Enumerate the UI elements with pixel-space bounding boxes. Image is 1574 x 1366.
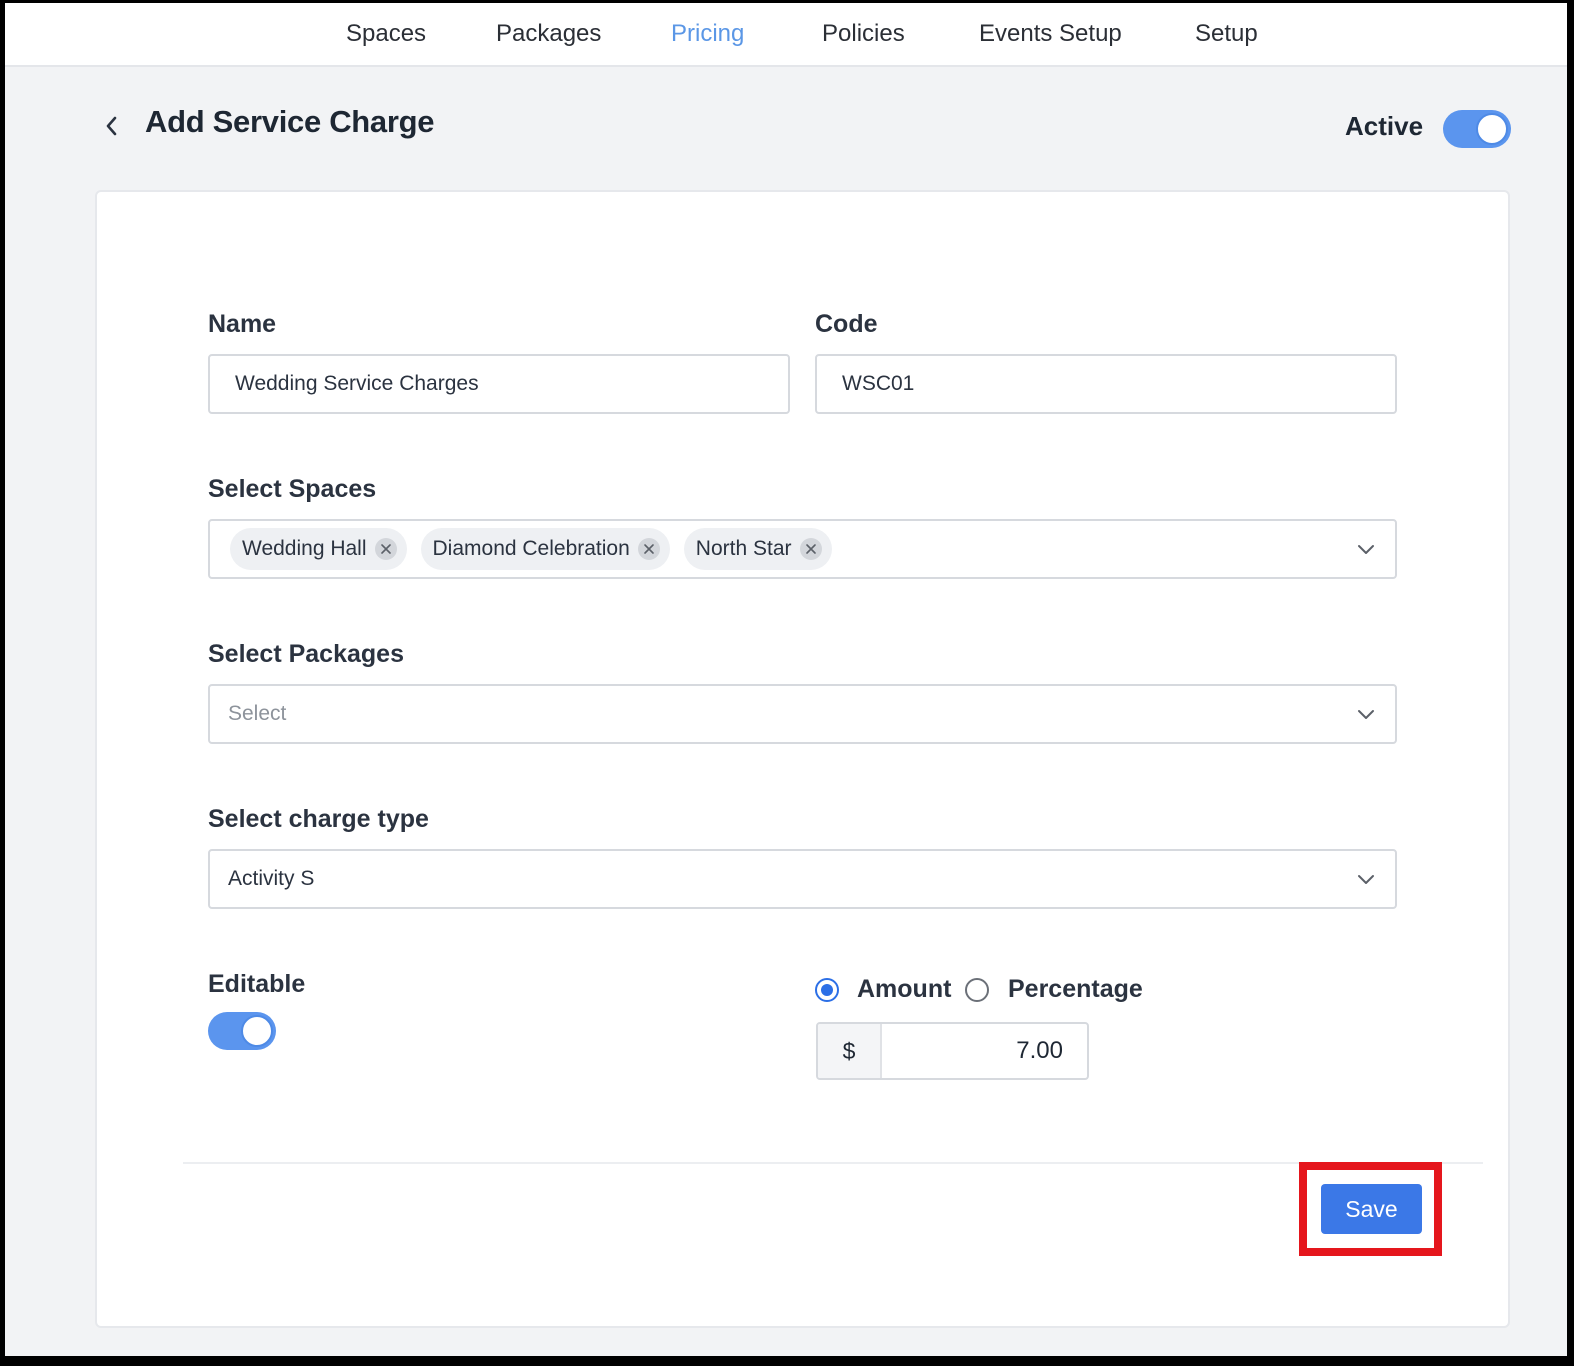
chip-remove-button[interactable] bbox=[374, 538, 397, 560]
back-button[interactable] bbox=[99, 111, 125, 141]
chevron-down-icon bbox=[1358, 875, 1374, 884]
packages-select[interactable]: Select bbox=[208, 684, 1397, 744]
nav-tab-policies[interactable]: Policies bbox=[822, 20, 905, 48]
active-label: Active bbox=[1345, 111, 1424, 141]
chip-label: Diamond Celebration bbox=[432, 537, 630, 560]
chevron-left-icon bbox=[106, 116, 117, 136]
close-icon bbox=[643, 544, 654, 554]
nav-tab-pricing[interactable]: Pricing bbox=[671, 20, 744, 48]
close-icon bbox=[380, 544, 391, 554]
charge-type-label: Select charge type bbox=[208, 805, 429, 833]
space-chip: Wedding Hall bbox=[230, 528, 407, 570]
app-frame: Spaces Packages Pricing Policies Events … bbox=[5, 3, 1567, 1356]
spaces-multiselect[interactable]: Wedding Hall Diamond Celebration North S… bbox=[208, 519, 1397, 579]
editable-label: Editable bbox=[208, 970, 306, 998]
close-icon bbox=[805, 544, 816, 554]
chip-label: North Star bbox=[695, 537, 792, 560]
toggle-knob bbox=[241, 1015, 273, 1047]
nav-tab-events-setup[interactable]: Events Setup bbox=[979, 20, 1122, 48]
packages-placeholder: Select bbox=[228, 702, 287, 725]
nav-tab-setup[interactable]: Setup bbox=[1195, 20, 1258, 48]
space-chip: Diamond Celebration bbox=[420, 528, 670, 570]
name-label: Name bbox=[208, 310, 277, 338]
name-input-value: Wedding Service Charges bbox=[235, 372, 479, 395]
chevron-down-icon bbox=[1358, 545, 1374, 554]
name-input[interactable]: Wedding Service Charges bbox=[208, 354, 790, 414]
space-chip: North Star bbox=[683, 528, 832, 570]
chip-label: Wedding Hall bbox=[242, 537, 367, 560]
nav-tab-spaces[interactable]: Spaces bbox=[346, 20, 426, 48]
charge-type-select[interactable]: Activity S bbox=[208, 849, 1397, 909]
percentage-radio[interactable] bbox=[965, 978, 989, 1002]
editable-toggle[interactable] bbox=[208, 1012, 276, 1050]
top-nav: Spaces Packages Pricing Policies Events … bbox=[5, 3, 1567, 67]
amount-radio-label: Amount bbox=[857, 975, 952, 1003]
percentage-radio-label: Percentage bbox=[1008, 975, 1143, 1003]
chip-remove-button[interactable] bbox=[637, 538, 660, 560]
code-input-value: WSC01 bbox=[842, 372, 915, 395]
code-label: Code bbox=[815, 310, 878, 338]
amount-radio[interactable] bbox=[815, 978, 839, 1002]
form-card: Name Wedding Service Charges Code WSC01 … bbox=[95, 190, 1510, 1328]
page-title: Add Service Charge bbox=[145, 104, 435, 139]
footer-divider bbox=[183, 1162, 1483, 1164]
save-button[interactable]: Save bbox=[1321, 1184, 1422, 1234]
spaces-label: Select Spaces bbox=[208, 475, 377, 503]
amount-input-group: $ 7.00 bbox=[816, 1022, 1089, 1080]
chevron-down-icon bbox=[1358, 710, 1374, 719]
packages-label: Select Packages bbox=[208, 640, 404, 668]
amount-input[interactable]: 7.00 bbox=[882, 1024, 1087, 1078]
code-input[interactable]: WSC01 bbox=[815, 354, 1397, 414]
nav-tab-packages[interactable]: Packages bbox=[496, 20, 601, 48]
chip-remove-button[interactable] bbox=[799, 538, 822, 560]
charge-type-value: Activity S bbox=[228, 867, 315, 890]
active-toggle[interactable] bbox=[1443, 110, 1511, 148]
currency-prefix: $ bbox=[818, 1024, 882, 1078]
toggle-knob bbox=[1476, 113, 1508, 145]
